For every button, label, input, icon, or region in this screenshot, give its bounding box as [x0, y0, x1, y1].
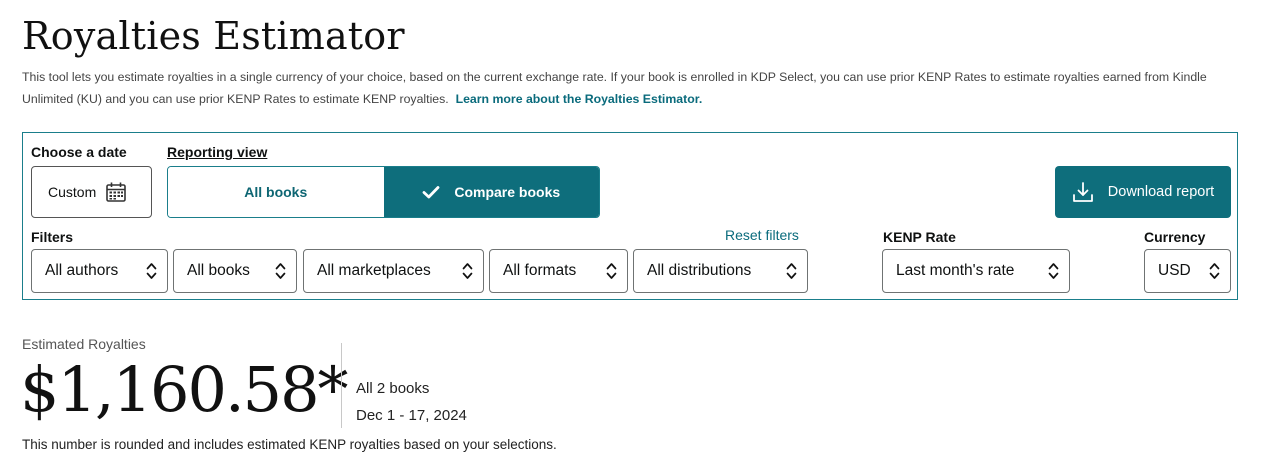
reporting-view-toggle: All books Compare books — [167, 166, 600, 218]
books-select[interactable]: All books — [173, 249, 297, 293]
formats-select[interactable]: All formats — [489, 249, 628, 293]
all-books-view-label: All books — [244, 184, 308, 200]
distributions-select-value: All distributions — [647, 262, 752, 279]
reset-filters-link[interactable]: Reset filters — [725, 227, 799, 243]
choose-date-label: Choose a date — [31, 144, 127, 160]
summary-date-range: Dec 1 - 17, 2024 — [356, 407, 467, 424]
authors-select-value: All authors — [45, 262, 119, 279]
date-picker-value: Custom — [48, 184, 97, 200]
download-report-button[interactable]: Download report — [1055, 166, 1231, 218]
formats-select-value: All formats — [503, 262, 577, 279]
books-select-value: All books — [187, 262, 250, 279]
rounding-note: This number is rounded and includes esti… — [22, 437, 557, 452]
compare-books-view-option[interactable]: Compare books — [383, 167, 599, 217]
all-books-view-option[interactable]: All books — [168, 167, 384, 217]
controls-panel: Choose a date Custom Reporting view All … — [22, 132, 1238, 300]
chevron-up-down-icon — [146, 263, 157, 279]
kenp-rate-label: KENP Rate — [883, 229, 956, 245]
marketplaces-select[interactable]: All marketplaces — [303, 249, 484, 293]
chevron-up-down-icon — [275, 263, 286, 279]
chevron-up-down-icon — [462, 263, 473, 279]
currency-select-value: USD — [1158, 262, 1191, 279]
currency-select[interactable]: USD — [1144, 249, 1231, 293]
chevron-up-down-icon — [1048, 263, 1059, 279]
date-picker-button[interactable]: Custom — [31, 166, 152, 218]
chevron-up-down-icon — [1209, 263, 1220, 279]
summary-divider — [341, 343, 342, 428]
chevron-up-down-icon — [786, 263, 797, 279]
download-report-label: Download report — [1107, 184, 1215, 200]
chevron-up-down-icon — [606, 263, 617, 279]
estimated-royalties-amount: $1,160.58* — [20, 353, 349, 426]
kenp-rate-select[interactable]: Last month's rate — [882, 249, 1070, 293]
reporting-view-label[interactable]: Reporting view — [167, 144, 267, 160]
calendar-icon — [106, 182, 127, 202]
kenp-rate-select-value: Last month's rate — [896, 262, 1015, 279]
filters-label: Filters — [31, 229, 74, 245]
learn-more-link[interactable]: Learn more about the Royalties Estimator… — [456, 92, 703, 106]
page-title: Royalties Estimator — [22, 14, 405, 58]
download-icon — [1072, 182, 1093, 202]
currency-label: Currency — [1144, 229, 1206, 245]
compare-books-view-label: Compare books — [454, 184, 561, 200]
authors-select[interactable]: All authors — [31, 249, 168, 293]
checkmark-icon — [422, 186, 440, 199]
marketplaces-select-value: All marketplaces — [317, 262, 431, 279]
summary-books: All 2 books — [356, 380, 430, 397]
distributions-select[interactable]: All distributions — [633, 249, 808, 293]
intro-text: This tool lets you estimate royalties in… — [22, 66, 1237, 110]
